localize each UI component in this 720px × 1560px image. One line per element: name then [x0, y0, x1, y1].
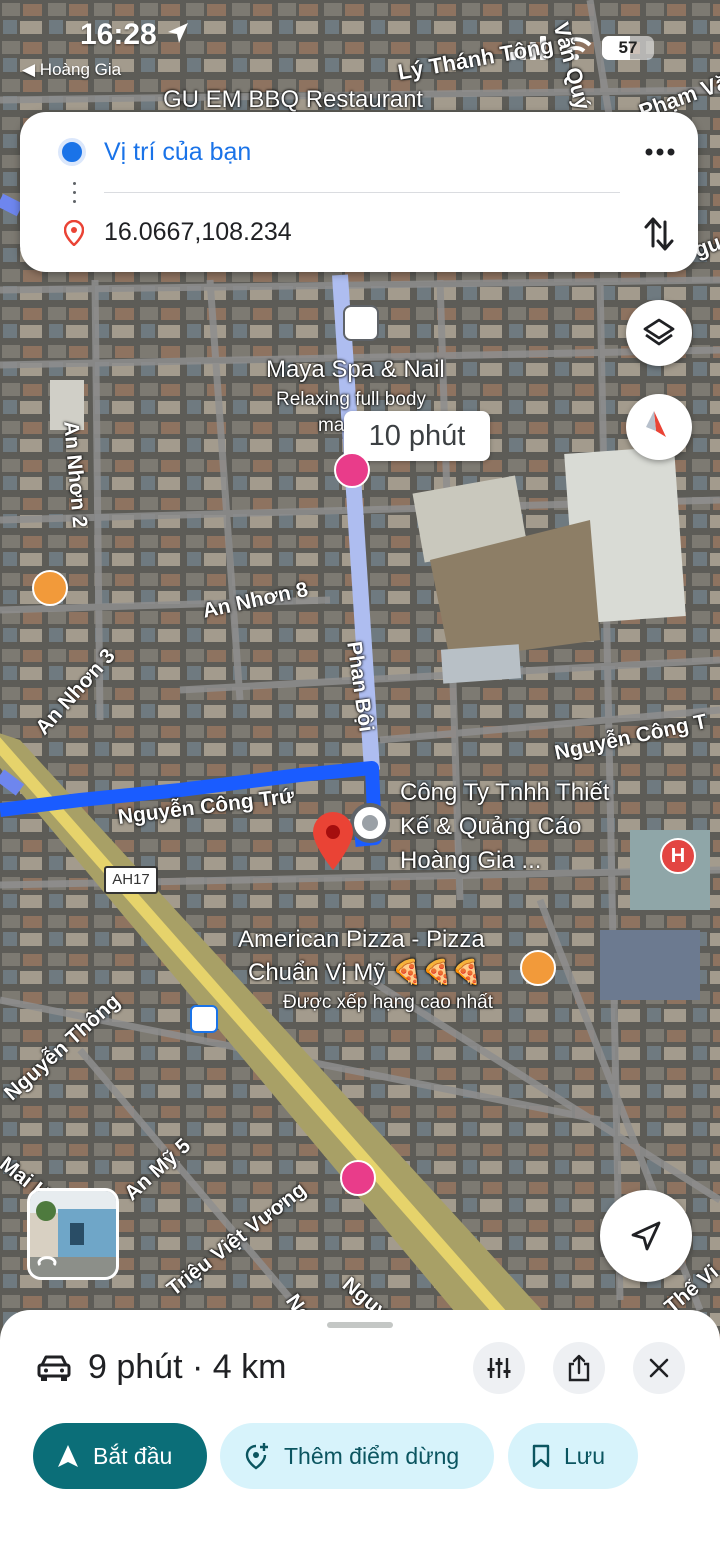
- battery-percent: 57: [618, 38, 638, 57]
- add-stop-label: Thêm điểm dừng: [284, 1442, 460, 1469]
- highway-badge: AH17: [104, 866, 158, 894]
- compass-icon: [646, 411, 666, 437]
- place-pizza-rating: Được xếp hạng cao nhất: [283, 992, 494, 1013]
- place-company-line3[interactable]: Hoàng Gia ...: [400, 847, 541, 875]
- route-options-button[interactable]: [473, 1342, 525, 1394]
- trip-summary: 9 phút · 4 km: [88, 1348, 287, 1386]
- place-pizza-line1[interactable]: American Pizza - Pizza: [238, 926, 485, 954]
- trip-bottom-sheet: 9 phút · 4 km Bắt đầu Thêm điểm dừng Lưu: [0, 1310, 720, 1560]
- place-gu-em-bbq[interactable]: GU EM BBQ Restaurant: [163, 86, 423, 114]
- car-icon: [37, 1355, 71, 1381]
- close-button[interactable]: [633, 1342, 685, 1394]
- tune-icon: [487, 1358, 511, 1378]
- hospital-poi-icon[interactable]: H: [660, 838, 696, 874]
- bus-stop-icon[interactable]: [190, 1005, 218, 1033]
- hotel-poi-icon[interactable]: [340, 1160, 376, 1196]
- street-view-thumbnail[interactable]: [27, 1188, 119, 1280]
- add-stop-button[interactable]: Thêm điểm dừng: [220, 1423, 494, 1489]
- start-label: Bắt đầu: [93, 1442, 173, 1469]
- origin-field[interactable]: Vị trí của bạn: [104, 138, 251, 167]
- compass-button[interactable]: [626, 394, 692, 460]
- card-divider: [104, 192, 620, 193]
- recenter-button[interactable]: [600, 1190, 692, 1282]
- route-connector: [73, 182, 76, 209]
- location-arrow-icon: [168, 23, 188, 43]
- add-location-icon: [245, 1443, 268, 1470]
- layers-button[interactable]: [626, 300, 692, 366]
- save-label: Lưu: [564, 1442, 605, 1469]
- place-maya-subtitle-2: ma: [318, 415, 345, 436]
- place-pizza-line2[interactable]: Chuẩn Vị Mỹ 🍕🍕🍕: [248, 958, 482, 987]
- back-to-app-link[interactable]: ◀ Hoàng Gia: [22, 60, 121, 80]
- destination-field[interactable]: 16.0667,108.234: [104, 218, 292, 247]
- status-time: 16:28: [80, 18, 157, 51]
- battery-indicator: 57: [602, 36, 654, 60]
- bookmark-icon: [532, 1444, 550, 1468]
- status-bar: 16:28 ◀ Hoàng Gia 57: [0, 0, 720, 90]
- more-vert-icon[interactable]: [634, 134, 684, 170]
- save-route-button[interactable]: Lưu: [508, 1423, 638, 1489]
- restaurant-poi-icon[interactable]: [520, 950, 556, 986]
- cafe-poi-icon[interactable]: [32, 570, 68, 606]
- drag-handle[interactable]: [327, 1322, 393, 1328]
- spa-poi-icon[interactable]: [334, 452, 370, 488]
- start-navigation-button[interactable]: Bắt đầu: [33, 1423, 207, 1489]
- origin-dot-icon: [58, 138, 86, 166]
- share-icon: [568, 1354, 590, 1382]
- destination-pin-icon: [64, 220, 84, 246]
- transit-stop-icon[interactable]: [343, 305, 379, 341]
- layers-icon: [643, 318, 675, 346]
- route-time-bubble[interactable]: 10 phút: [344, 411, 490, 461]
- directions-card: Vị trí của bạn 16.0667,108.234: [20, 112, 698, 272]
- place-maya-spa[interactable]: Maya Spa & Nail: [266, 356, 445, 384]
- place-company-line1[interactable]: Công Ty Tnhh Thiết: [400, 779, 609, 807]
- place-maya-subtitle: Relaxing full body: [276, 389, 426, 410]
- navigation-arrow-icon: [631, 1221, 661, 1251]
- share-button[interactable]: [553, 1342, 605, 1394]
- swap-icon[interactable]: [634, 212, 684, 256]
- place-company-line2[interactable]: Kế & Quảng Cáo: [400, 813, 581, 841]
- navigation-icon: [58, 1445, 78, 1467]
- close-icon: [649, 1358, 669, 1378]
